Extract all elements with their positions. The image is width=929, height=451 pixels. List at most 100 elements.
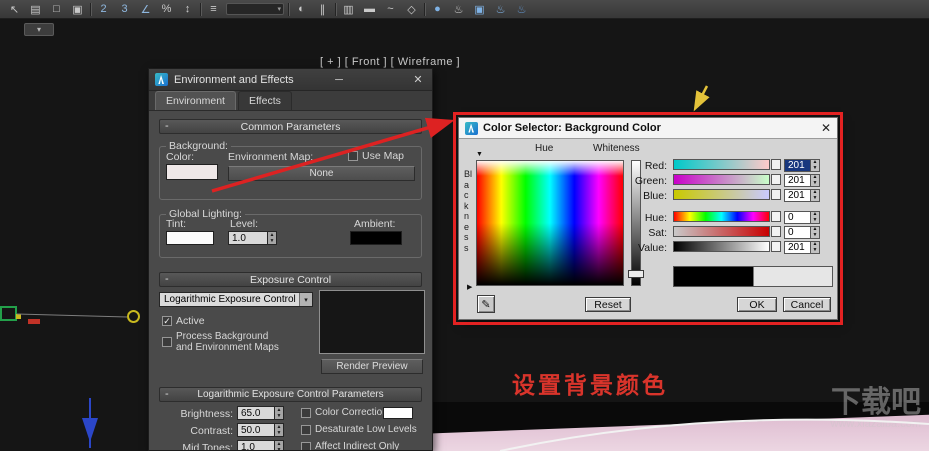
rendered-frame-window-icon[interactable]: ▣ [471,2,488,17]
edit-named-selection-sets-icon[interactable]: ≡ [205,2,222,17]
select-object-icon[interactable]: ↖ [6,2,23,17]
value-slider-handle[interactable] [771,241,781,252]
use-map-checkbox[interactable]: Use Map [348,150,404,162]
eyedropper-icon[interactable]: ✎ [477,295,495,313]
render-iterative-icon[interactable]: ♨ [513,2,530,17]
schematic-view-icon[interactable]: ◇ [403,2,420,17]
mid-tones-spinner[interactable]: 1.0 [237,440,284,450]
curve-editor-icon[interactable]: ~ [382,2,399,17]
dropdown-value: Logarithmic Exposure Control [164,294,296,305]
blue-slider-handle[interactable] [771,189,781,200]
ambient-label: Ambient: [354,218,396,230]
color-correction-checkbox[interactable]: Color Correction: [301,407,391,418]
tab-effects[interactable]: Effects [237,91,292,110]
level-spinner[interactable]: 1.0 [228,231,277,245]
green-value-field[interactable]: 201 [784,174,811,187]
red-slider[interactable] [673,159,770,170]
viewport-object-yellow-node[interactable] [16,314,21,319]
ribbon-toggle-icon[interactable]: ▬ [361,2,378,17]
select-by-name-icon[interactable]: ▤ [27,2,44,17]
value-label: Value: [638,242,667,254]
blue-value-field[interactable]: 201 [784,189,811,202]
blue-spinner-arrows-icon[interactable] [811,189,820,202]
blue-slider[interactable] [673,189,770,200]
color-correction-swatch[interactable] [383,407,413,419]
affect-indirect-only-checkbox[interactable]: Affect Indirect Only [301,441,399,450]
level-value[interactable]: 1.0 [228,231,268,245]
sat-spinner-arrows-icon[interactable] [811,226,820,239]
green-slider-handle[interactable] [771,174,781,185]
viewport-object-green-rect[interactable] [0,306,17,321]
window-title-bar[interactable]: Environment and Effects ─ ✕ [149,69,432,91]
material-editor-icon[interactable]: ● [429,2,446,17]
close-icon[interactable]: ✕ [821,121,831,135]
hue-blackness-picker[interactable] [476,160,624,286]
spinner-arrows-icon[interactable] [275,440,284,450]
hue-spinner-arrows-icon[interactable] [811,211,820,224]
layer-explorer-icon[interactable]: ▥ [340,2,357,17]
window-crossing-icon[interactable]: ▣ [69,2,86,17]
rollout-exposure-control[interactable]: - Exposure Control [159,272,422,287]
snap-toggle-2d-icon[interactable]: 2 [95,2,112,17]
brightness-value[interactable]: 65.0 [237,406,275,420]
spinner-arrows-icon[interactable] [275,423,284,437]
ambient-color-swatch[interactable] [350,231,402,245]
tint-color-swatch[interactable] [166,231,214,245]
close-button[interactable]: ✕ [408,69,428,90]
sat-value-field[interactable]: 0 [784,226,811,239]
spinner-snap-icon[interactable]: ↕ [179,2,196,17]
blackness-marker-icon[interactable]: ▶ [467,283,472,291]
environment-map-none-button[interactable]: None [228,166,415,181]
render-setup-icon[interactable]: ♨ [450,2,467,17]
selection-region-icon[interactable]: □ [48,2,65,17]
mirror-icon[interactable]: ◐ [293,2,310,17]
reset-button[interactable]: Reset [585,297,631,312]
spinner-arrows-icon[interactable] [275,406,284,420]
color-selector-title-bar[interactable]: Color Selector: Background Color ✕ [459,118,837,139]
green-slider[interactable] [673,174,770,185]
desaturate-low-levels-checkbox[interactable]: Desaturate Low Levels [301,424,417,435]
render-preview-button[interactable]: Render Preview [321,359,423,374]
blackness-axis-label: Blackness [464,169,473,253]
exposure-control-dropdown[interactable]: Logarithmic Exposure Control ▾ [159,292,313,307]
green-spinner-arrows-icon[interactable] [811,174,820,187]
percent-snap-icon[interactable]: % [158,2,175,17]
viewport-layout-tab-button[interactable]: ▾ [24,23,54,36]
viewport-object-red-segment[interactable] [28,319,40,324]
hue-slider[interactable] [673,211,770,222]
hue-slider-handle[interactable] [771,211,781,222]
snap-toggle-3d-icon[interactable]: 3 [116,2,133,17]
named-selection-sets-field[interactable]: ▾ [226,3,284,15]
sat-slider[interactable] [673,226,770,237]
rollout-log-exposure-parameters[interactable]: - Logarithmic Exposure Control Parameter… [159,387,422,402]
mid-tones-value[interactable]: 1.0 [237,440,275,450]
spinner-arrows-icon[interactable] [268,231,277,245]
background-color-swatch[interactable] [166,164,218,180]
render-production-icon[interactable]: ♨ [492,2,509,17]
contrast-value[interactable]: 50.0 [237,423,275,437]
red-value-field[interactable]: 201 [784,159,811,172]
use-map-label: Use Map [362,150,405,162]
angle-snap-icon[interactable]: ∠ [137,2,154,17]
contrast-spinner[interactable]: 50.0 [237,423,284,437]
tab-environment[interactable]: Environment [155,91,236,110]
active-checkbox[interactable]: ✓ Active [162,315,205,327]
hue-marker-icon[interactable]: ▼ [476,151,483,158]
rollout-common-parameters[interactable]: - Common Parameters [159,119,422,134]
value-slider[interactable] [673,241,770,252]
cancel-button[interactable]: Cancel [783,297,831,312]
value-value-field[interactable]: 201 [784,241,811,254]
value-spinner-arrows-icon[interactable] [811,241,820,254]
process-background-checkbox[interactable]: Process Background and Environment Maps [162,331,279,353]
align-icon[interactable]: ∥ [314,2,331,17]
viewport-object-yellow-circle[interactable] [127,310,140,323]
sat-slider-handle[interactable] [771,226,781,237]
minimize-button[interactable]: ─ [329,69,349,90]
whiteness-slider-handle[interactable] [628,270,644,278]
ok-button[interactable]: OK [737,297,777,312]
viewport-label[interactable]: [ + ] [ Front ] [ Wireframe ] [320,56,460,68]
brightness-spinner[interactable]: 65.0 [237,406,284,420]
red-slider-handle[interactable] [771,159,781,170]
hue-value-field[interactable]: 0 [784,211,811,224]
red-spinner-arrows-icon[interactable] [811,159,820,172]
